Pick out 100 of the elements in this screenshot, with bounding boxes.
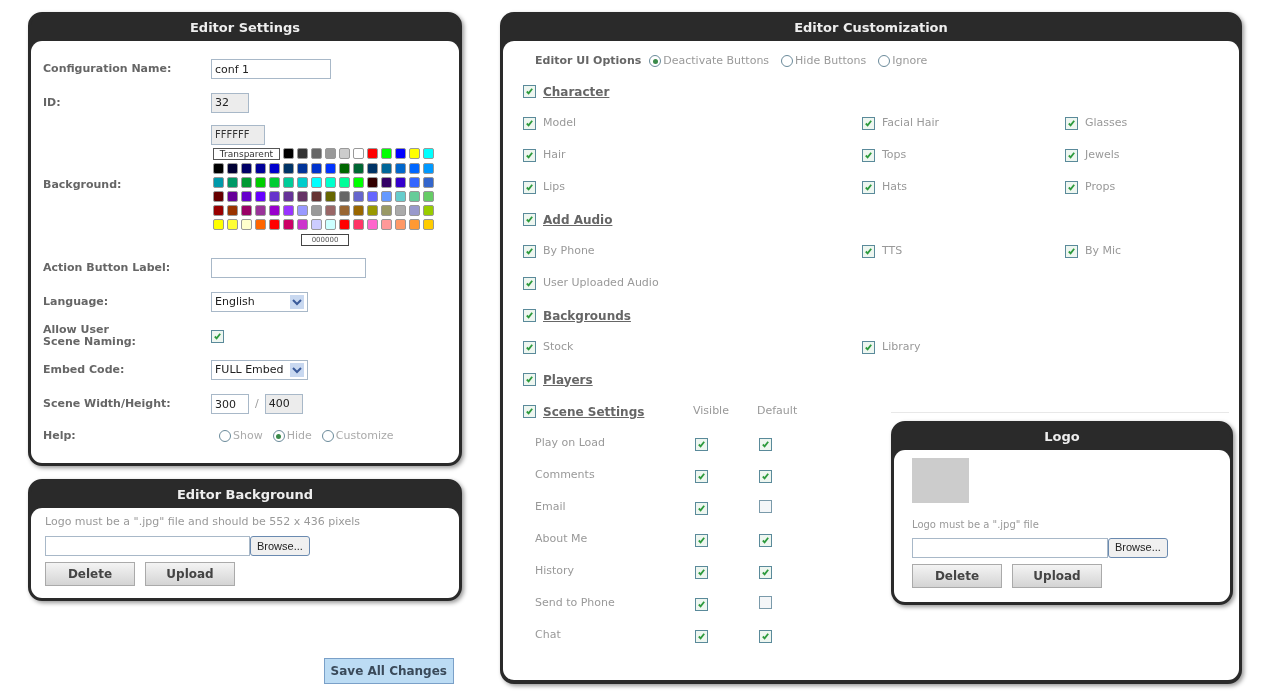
color-swatch[interactable] [353, 177, 364, 188]
checkbox[interactable] [211, 329, 224, 343]
color-swatch[interactable] [367, 205, 378, 216]
color-swatch[interactable] [353, 191, 364, 202]
radio-button[interactable] [219, 430, 231, 443]
color-swatch[interactable] [311, 219, 322, 230]
color-swatch[interactable] [423, 191, 434, 202]
color-swatch[interactable] [381, 219, 392, 230]
action-button[interactable]: Delete [45, 562, 135, 586]
color-swatch[interactable] [423, 205, 434, 216]
checkbox[interactable] [862, 181, 875, 194]
color-swatch[interactable] [325, 148, 336, 159]
action-button[interactable]: Upload [145, 562, 235, 586]
color-swatch[interactable] [353, 148, 364, 159]
color-swatch[interactable] [283, 219, 294, 230]
color-swatch[interactable] [381, 205, 392, 216]
checkbox[interactable] [695, 565, 708, 579]
color-swatch[interactable] [367, 163, 378, 174]
color-swatch[interactable] [339, 205, 350, 216]
color-swatch[interactable] [381, 191, 392, 202]
checkbox[interactable] [523, 213, 536, 226]
dropdown[interactable]: English [211, 292, 308, 312]
width-field[interactable]: 300 [211, 394, 249, 414]
action-button[interactable]: Delete [912, 563, 1002, 588]
color-swatch[interactable] [339, 163, 350, 174]
checkbox[interactable] [759, 565, 772, 579]
color-swatch[interactable] [409, 219, 420, 230]
color-swatch[interactable] [311, 163, 322, 174]
color-swatch[interactable] [297, 163, 308, 174]
color-swatch[interactable] [325, 177, 336, 188]
checkbox[interactable] [1065, 245, 1078, 258]
color-swatch[interactable] [353, 219, 364, 230]
color-swatch[interactable] [367, 177, 378, 188]
checkbox[interactable] [523, 117, 536, 130]
color-swatch[interactable] [227, 205, 238, 216]
checkbox[interactable] [1065, 117, 1078, 130]
color-swatch[interactable] [381, 148, 392, 159]
color-swatch[interactable] [241, 177, 252, 188]
color-swatch[interactable] [353, 205, 364, 216]
color-swatch[interactable] [395, 219, 406, 230]
color-swatch[interactable] [311, 205, 322, 216]
color-swatch[interactable] [423, 163, 434, 174]
color-swatch[interactable] [283, 191, 294, 202]
color-swatch[interactable] [227, 191, 238, 202]
checkbox[interactable] [695, 533, 708, 547]
color-swatch[interactable] [395, 177, 406, 188]
color-swatch[interactable] [367, 148, 378, 159]
radio-button[interactable] [272, 430, 285, 443]
color-swatch[interactable] [339, 191, 350, 202]
checkbox[interactable] [695, 469, 708, 483]
color-swatch[interactable] [297, 191, 308, 202]
color-swatch[interactable] [311, 177, 322, 188]
color-swatch[interactable] [353, 163, 364, 174]
checkbox[interactable] [695, 597, 708, 611]
file-path-field[interactable] [45, 536, 250, 556]
color-swatch[interactable] [409, 177, 420, 188]
color-swatch[interactable] [269, 163, 280, 174]
text-field[interactable] [211, 258, 366, 278]
checkbox[interactable] [523, 149, 536, 162]
color-swatch[interactable] [409, 205, 420, 216]
color-swatch[interactable] [213, 219, 224, 230]
checkbox[interactable] [523, 245, 536, 258]
checkbox[interactable] [523, 341, 536, 354]
file-path-field[interactable] [912, 537, 1108, 558]
checkbox[interactable] [1065, 181, 1078, 194]
color-swatch[interactable] [241, 205, 252, 216]
save-button[interactable]: Save All Changes [323, 658, 454, 684]
color-swatch[interactable] [255, 205, 266, 216]
color-swatch[interactable] [381, 177, 392, 188]
checkbox[interactable] [523, 85, 536, 98]
color-swatch[interactable] [311, 148, 322, 159]
color-swatch[interactable] [269, 191, 280, 202]
color-swatch[interactable] [283, 177, 294, 188]
color-swatch[interactable] [241, 191, 252, 202]
checkbox[interactable] [862, 149, 875, 162]
color-swatch[interactable] [227, 219, 238, 230]
checkbox[interactable] [523, 277, 536, 290]
color-swatch[interactable] [213, 191, 224, 202]
color-swatch[interactable] [395, 148, 406, 159]
checkbox[interactable] [759, 437, 772, 451]
transparent-button[interactable]: Transparent [213, 148, 280, 160]
color-swatch[interactable] [255, 163, 266, 174]
checkbox[interactable] [695, 501, 708, 515]
checkbox[interactable] [523, 373, 536, 386]
color-swatch[interactable] [395, 191, 406, 202]
color-swatch[interactable] [255, 177, 266, 188]
color-swatch[interactable] [255, 219, 266, 230]
color-swatch[interactable] [297, 219, 308, 230]
dropdown[interactable]: FULL Embed [211, 360, 308, 380]
color-swatch[interactable] [227, 177, 238, 188]
color-swatch[interactable] [339, 177, 350, 188]
color-swatch[interactable] [269, 219, 280, 230]
color-swatch[interactable] [409, 191, 420, 202]
color-swatch[interactable] [325, 205, 336, 216]
color-swatch[interactable] [367, 219, 378, 230]
checkbox[interactable] [862, 117, 875, 130]
color-swatch[interactable] [255, 191, 266, 202]
color-swatch[interactable] [409, 163, 420, 174]
checkbox[interactable] [862, 341, 875, 354]
color-swatch[interactable] [423, 148, 434, 159]
